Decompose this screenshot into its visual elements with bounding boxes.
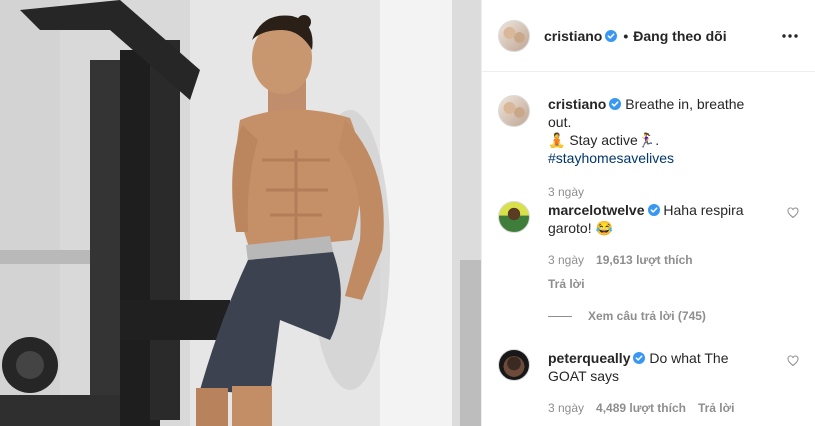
verified-badge-icon: [647, 204, 660, 216]
comment-timestamp[interactable]: 3 ngày: [548, 399, 584, 417]
verified-badge-icon: [633, 352, 646, 364]
author-avatar[interactable]: [498, 19, 530, 52]
more-options-icon[interactable]: [781, 28, 799, 44]
author-username[interactable]: cristiano: [544, 28, 602, 44]
post-side-panel: cristiano • Đang theo dõi cristiano Brea…: [481, 0, 815, 426]
follow-status-button[interactable]: Đang theo dõi: [633, 28, 726, 44]
commenter-avatar[interactable]: [498, 349, 530, 381]
comment-timestamp[interactable]: 3 ngày: [548, 251, 584, 269]
comment-reply-button[interactable]: Trả lời: [698, 399, 735, 417]
view-replies-button[interactable]: Xem câu trả lời (745): [548, 309, 706, 323]
comment-item: peterqueally Do what The GOAT says 3 ngà…: [498, 349, 799, 417]
heart-icon[interactable]: [787, 355, 799, 367]
comment-item: marcelotwelve Haha respira garoto! 😂 3 n…: [498, 201, 799, 293]
comment-likes-count[interactable]: 4,489 lượt thích: [596, 399, 686, 417]
caption-hashtag-link[interactable]: #stayhomesavelives: [548, 150, 674, 166]
post-photo[interactable]: [0, 0, 481, 426]
post-header: cristiano • Đang theo dõi: [482, 0, 815, 72]
workout-photo-illustration: [0, 0, 481, 426]
commenter-username[interactable]: peterqueally: [548, 350, 630, 366]
view-replies-line: [548, 315, 572, 317]
post-caption: cristiano Breathe in, breathe out. 🧘 Sta…: [498, 95, 799, 201]
heart-icon[interactable]: [787, 207, 799, 219]
caption-author-username[interactable]: cristiano: [548, 96, 606, 112]
caption-timestamp[interactable]: 3 ngày: [548, 183, 584, 201]
instagram-post-view: cristiano • Đang theo dõi cristiano Brea…: [0, 0, 815, 426]
commenter-avatar[interactable]: [498, 201, 530, 233]
commenter-username[interactable]: marcelotwelve: [548, 202, 645, 218]
comment-likes-count[interactable]: 19,613 lượt thích: [596, 251, 693, 269]
comment-reply-button[interactable]: Trả lời: [548, 275, 768, 293]
caption-author-avatar[interactable]: [498, 95, 530, 127]
separator-dot: •: [623, 27, 629, 44]
verified-badge-icon: [609, 98, 622, 110]
verified-badge-icon: [605, 29, 618, 42]
caption-text-line2: 🧘 Stay active🏃‍♀️.: [548, 132, 660, 148]
view-replies-label: Xem câu trả lời (745): [588, 309, 706, 323]
